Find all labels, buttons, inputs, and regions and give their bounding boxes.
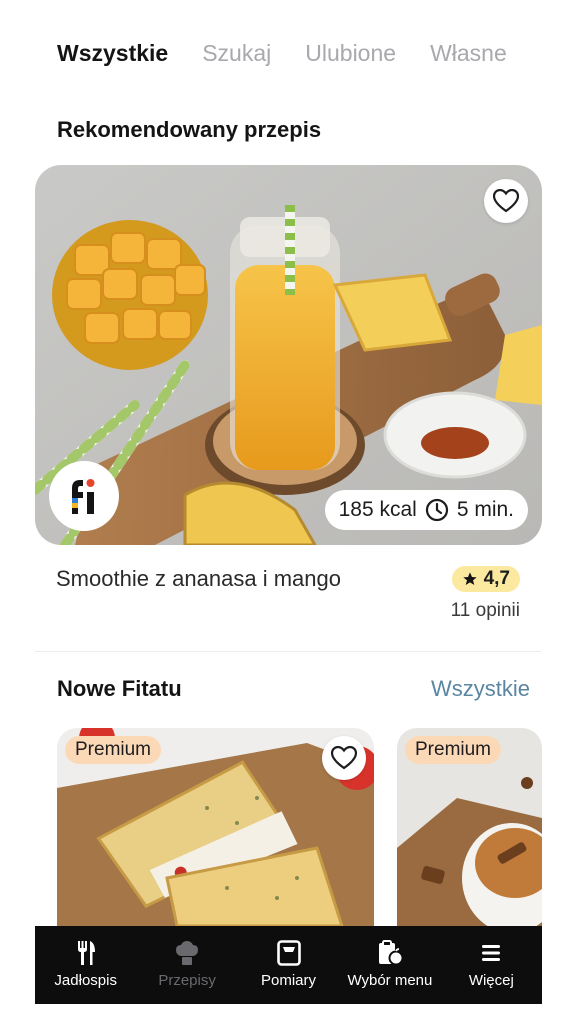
- kcal-value: 185 kcal: [338, 498, 417, 521]
- premium-badge: Premium: [405, 736, 502, 764]
- fitatu-logo-icon: fi: [72, 479, 95, 514]
- clock-icon: [425, 498, 448, 522]
- recipe-title[interactable]: Smoothie z ananasa i mango: [56, 566, 341, 592]
- nav-label: Wybór menu: [347, 972, 433, 989]
- favorite-button[interactable]: [484, 179, 528, 223]
- nav-item-wybor-menu[interactable]: Wybór menu: [339, 926, 440, 1004]
- clipboard-apple-icon: [378, 940, 403, 966]
- section-divider: [35, 651, 541, 652]
- recommended-section-title: Rekomendowany przepis: [57, 117, 322, 142]
- recipe-info-pill: 185 kcal 5 min.: [324, 490, 528, 530]
- reviews-count[interactable]: 11 opinii: [451, 600, 520, 622]
- menu-icon: [482, 945, 501, 961]
- nav-label: Jadłospis: [54, 972, 117, 989]
- fitatu-logo-badge: fi: [49, 461, 119, 531]
- nav-label: Przepisy: [158, 972, 216, 989]
- new-section-title: Nowe Fitatu: [57, 676, 182, 701]
- recommended-recipe-card[interactable]: fi 185 kcal 5 min.: [35, 165, 542, 545]
- time-value: 5 min.: [456, 498, 514, 521]
- tab-ulubione[interactable]: Ulubione: [305, 40, 396, 67]
- tab-wlasne[interactable]: Własne: [430, 40, 507, 67]
- heart-icon: [493, 189, 519, 213]
- tab-wszystkie[interactable]: Wszystkie: [57, 40, 168, 67]
- star-icon: [462, 572, 477, 585]
- cutlery-icon: [77, 941, 95, 965]
- rating-badge: 4,7: [451, 566, 520, 592]
- tab-szukaj[interactable]: Szukaj: [202, 40, 271, 67]
- nav-item-jadlospis[interactable]: Jadłospis: [35, 926, 136, 1004]
- premium-badge: Premium: [65, 736, 162, 764]
- heart-icon: [331, 746, 357, 770]
- rating-value: 4,7: [483, 568, 510, 589]
- new-recipe-card[interactable]: Premium: [57, 728, 374, 926]
- nav-item-przepisy[interactable]: Przepisy: [136, 926, 237, 1004]
- nav-label: Więcej: [468, 972, 514, 989]
- nav-item-pomiary[interactable]: Pomiary: [238, 926, 339, 1004]
- chef-hat-icon: [176, 941, 199, 965]
- scale-icon: [276, 940, 301, 966]
- nav-label: Pomiary: [261, 972, 317, 989]
- bottom-navigation: Jadłospis Przepisy Pomiary Wybór menu Wi…: [35, 926, 542, 1004]
- nav-item-wiecej[interactable]: Więcej: [441, 926, 542, 1004]
- new-recipe-card[interactable]: Premium: [397, 728, 542, 926]
- favorite-button[interactable]: [322, 736, 366, 780]
- see-all-link[interactable]: Wszystkie: [431, 676, 530, 702]
- category-tabs: Wszystkie Szukaj Ulubione Własne: [57, 36, 556, 70]
